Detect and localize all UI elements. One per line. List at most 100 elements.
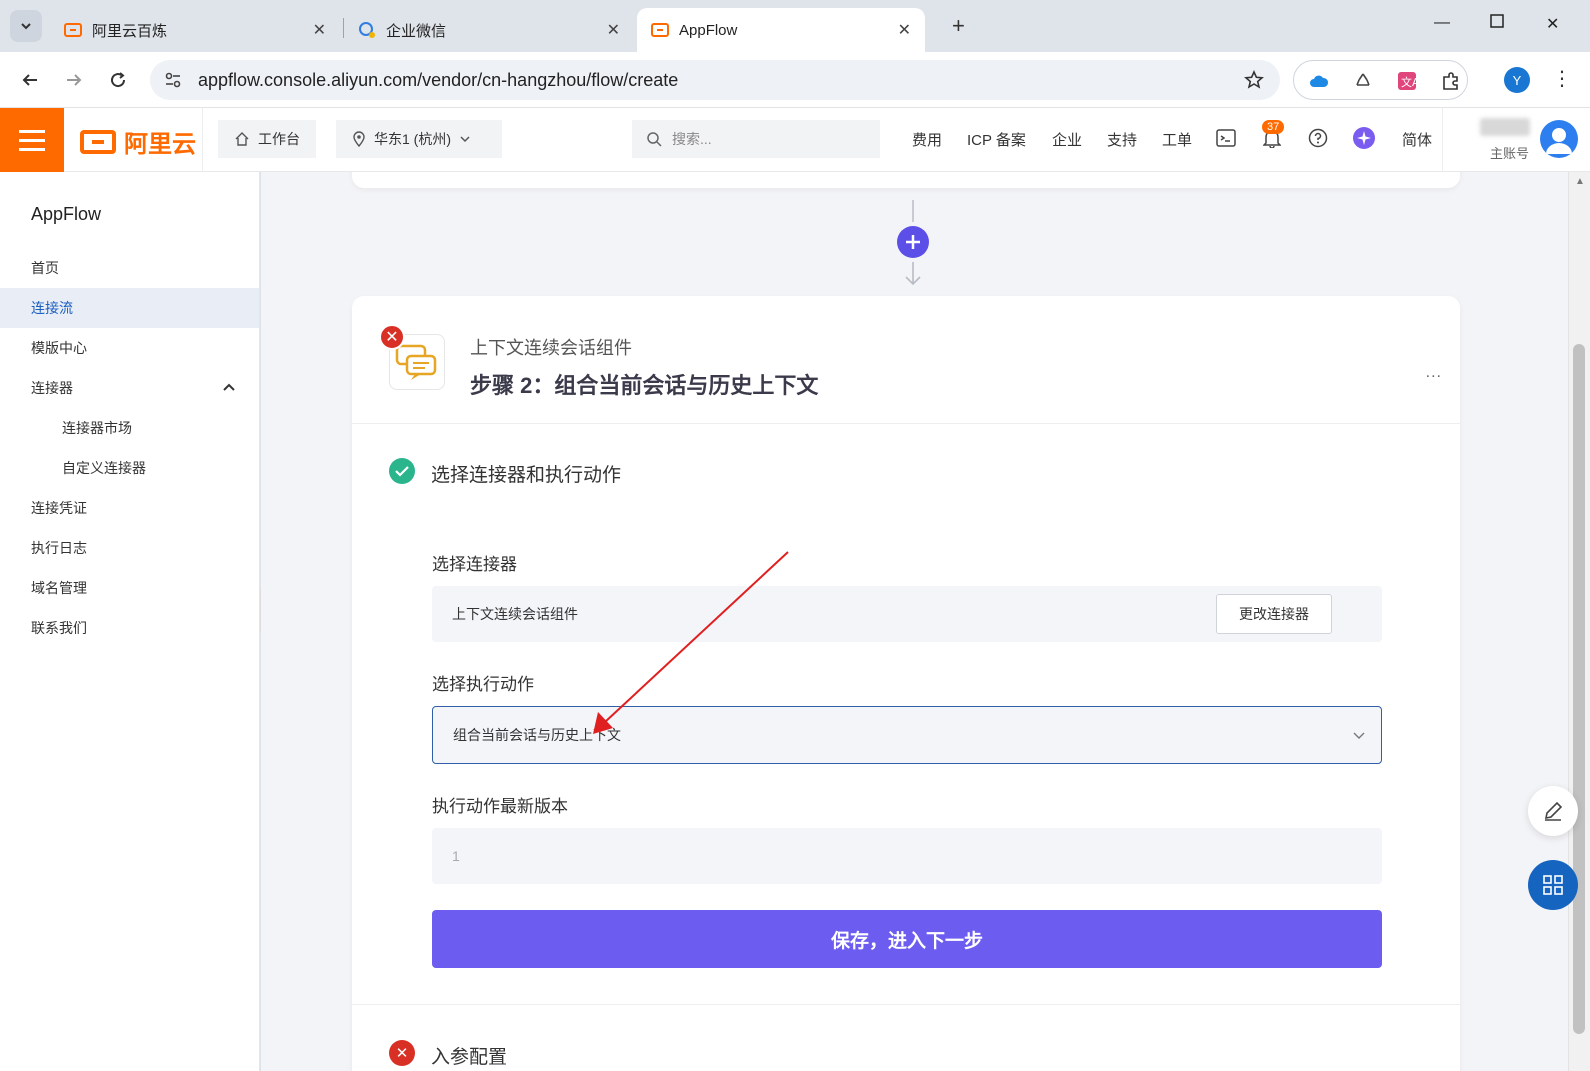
grid-icon: [1543, 875, 1563, 895]
sidebar-item-connector-market[interactable]: 连接器市场: [0, 408, 259, 448]
cloud-extension-icon[interactable]: [1308, 70, 1330, 92]
add-step-button[interactable]: [897, 226, 929, 258]
section-complete-check-icon: [389, 458, 415, 484]
scrollbar-thumb[interactable]: [1573, 344, 1585, 1034]
forward-arrow-icon[interactable]: [60, 66, 88, 94]
feedback-edit-button[interactable]: [1528, 786, 1578, 836]
version-field-label: 执行动作最新版本: [432, 797, 568, 816]
menu-hamburger-icon[interactable]: [0, 108, 64, 172]
notification-badge: 37: [1262, 120, 1285, 134]
language-switch[interactable]: 简体: [1402, 129, 1432, 150]
search-placeholder: 搜索...: [672, 131, 712, 147]
plus-icon: [906, 235, 920, 249]
console-search-input[interactable]: 搜索...: [632, 120, 880, 158]
terminal-icon[interactable]: [1214, 126, 1238, 150]
tab-title: AppFlow: [679, 21, 738, 39]
browser-tab-bailian[interactable]: 阿里云百炼 ✕: [50, 8, 340, 52]
action-select-value: 组合当前会话与历史上下文: [453, 727, 621, 743]
header-link-support[interactable]: 支持: [1107, 129, 1137, 150]
change-connector-button[interactable]: 更改连接器: [1216, 594, 1332, 634]
browser-toolbar: appflow.console.aliyun.com/vendor/cn-han…: [0, 52, 1590, 108]
help-icon[interactable]: [1306, 126, 1330, 150]
sidebar-item-logs[interactable]: 执行日志: [0, 528, 259, 568]
puzzle-extension-icon[interactable]: [1440, 70, 1462, 92]
browser-menu-icon[interactable]: ⋮: [1552, 66, 1572, 91]
extensions-group: 文A: [1293, 60, 1468, 100]
previous-step-card: [352, 172, 1460, 188]
header-divider: [202, 108, 203, 172]
header-link-icp[interactable]: ICP 备案: [967, 129, 1026, 150]
page-scrollbar[interactable]: ▲: [1568, 172, 1590, 1071]
sidebar-item-contact[interactable]: 联系我们: [0, 608, 259, 648]
region-label: 华东1 (杭州): [374, 131, 451, 147]
connector-field: 上下文连续会话组件 更改连接器: [432, 586, 1382, 642]
browser-tab-appflow[interactable]: AppFlow ✕: [637, 8, 925, 52]
sidebar: AppFlow 首页 连接流 模版中心 连接器 连接器市场 自定义连接器 连接凭…: [0, 172, 260, 1071]
bookmark-star-icon[interactable]: [1244, 70, 1264, 93]
account-name-redacted: [1480, 118, 1530, 136]
sidebar-item-home[interactable]: 首页: [0, 248, 259, 288]
reload-icon[interactable]: [104, 66, 132, 94]
tab-list-button[interactable]: [10, 10, 42, 42]
header-link-billing[interactable]: 费用: [912, 129, 942, 150]
console-header: 阿里云 工作台 华东1 (杭州) 搜索... 费用 ICP 备案 企业 支持 工…: [0, 108, 1590, 172]
translate-extension-icon[interactable]: 文A: [1396, 70, 1418, 92]
step-title: 步骤 2：组合当前会话与历史上下文: [470, 373, 819, 398]
account-divider: [1442, 108, 1443, 172]
logo-text: 阿里云: [124, 131, 196, 158]
step-connector-name: 上下文连续会话组件: [470, 338, 632, 358]
region-selector[interactable]: 华东1 (杭州): [336, 120, 502, 158]
aliyun-favicon-icon: [651, 21, 669, 39]
recycle-extension-icon[interactable]: [1352, 70, 1374, 92]
address-bar[interactable]: appflow.console.aliyun.com/vendor/cn-han…: [150, 60, 1280, 100]
close-icon[interactable]: ✕: [313, 20, 326, 40]
url-text: appflow.console.aliyun.com/vendor/cn-han…: [198, 70, 679, 90]
svg-text:文A: 文A: [1401, 75, 1417, 89]
window-close-icon[interactable]: ✕: [1546, 14, 1559, 34]
close-icon[interactable]: ✕: [607, 20, 620, 40]
location-pin-icon: [353, 131, 365, 147]
chevron-down-icon: [460, 136, 470, 143]
sidebar-item-flows[interactable]: 连接流: [0, 288, 259, 328]
close-icon[interactable]: ✕: [898, 20, 911, 40]
apps-grid-button[interactable]: [1528, 860, 1578, 910]
workbench-button[interactable]: 工作台: [218, 120, 316, 158]
home-icon: [235, 132, 249, 146]
step-more-menu[interactable]: ...: [1426, 364, 1442, 382]
tab-title: 阿里云百炼: [92, 22, 168, 40]
action-select[interactable]: 组合当前会话与历史上下文: [432, 706, 1382, 764]
tab-title: 企业微信: [386, 22, 447, 40]
section-title-input-config[interactable]: 入参配置: [431, 1042, 507, 1069]
version-field-value: 1: [452, 848, 460, 864]
maximize-icon[interactable]: [1490, 14, 1504, 33]
step-error-icon: ✕: [379, 324, 405, 350]
sidebar-item-templates[interactable]: 模版中心: [0, 328, 259, 368]
save-next-button[interactable]: 保存，进入下一步: [432, 910, 1382, 968]
section-divider: [352, 1004, 1460, 1005]
chevron-down-icon: [1353, 732, 1365, 739]
browser-tab-wecom[interactable]: 企业微信 ✕: [344, 8, 634, 52]
site-settings-icon[interactable]: [164, 71, 182, 92]
minimize-icon[interactable]: —: [1434, 14, 1450, 32]
chevron-down-icon: [21, 23, 31, 30]
user-avatar[interactable]: [1540, 120, 1578, 158]
profile-avatar[interactable]: Y: [1504, 67, 1530, 93]
header-link-ticket[interactable]: 工单: [1162, 129, 1192, 150]
scroll-up-arrow-icon[interactable]: ▲: [1575, 176, 1585, 187]
browser-tab-bar: 阿里云百炼 ✕ 企业微信 ✕ AppFlow ✕ + — ✕: [0, 0, 1590, 52]
sidebar-item-domains[interactable]: 域名管理: [0, 568, 259, 608]
header-link-enterprise[interactable]: 企业: [1052, 129, 1082, 150]
sidebar-item-custom-connector[interactable]: 自定义连接器: [0, 448, 259, 488]
sidebar-item-credentials[interactable]: 连接凭证: [0, 488, 259, 528]
sidebar-title: AppFlow: [31, 204, 102, 224]
new-tab-plus-icon[interactable]: +: [952, 13, 965, 39]
aliyun-logo[interactable]: 阿里云: [80, 124, 196, 159]
section-title-select-connector[interactable]: 选择连接器和执行动作: [431, 460, 621, 487]
sidebar-item-connectors[interactable]: 连接器: [0, 368, 259, 408]
ai-assistant-icon[interactable]: [1352, 126, 1376, 150]
back-arrow-icon[interactable]: [16, 66, 44, 94]
search-icon: [647, 132, 662, 147]
action-field-label: 选择执行动作: [432, 675, 534, 694]
wecom-favicon-icon: [358, 21, 376, 39]
connector-field-value: 上下文连续会话组件: [452, 606, 578, 622]
